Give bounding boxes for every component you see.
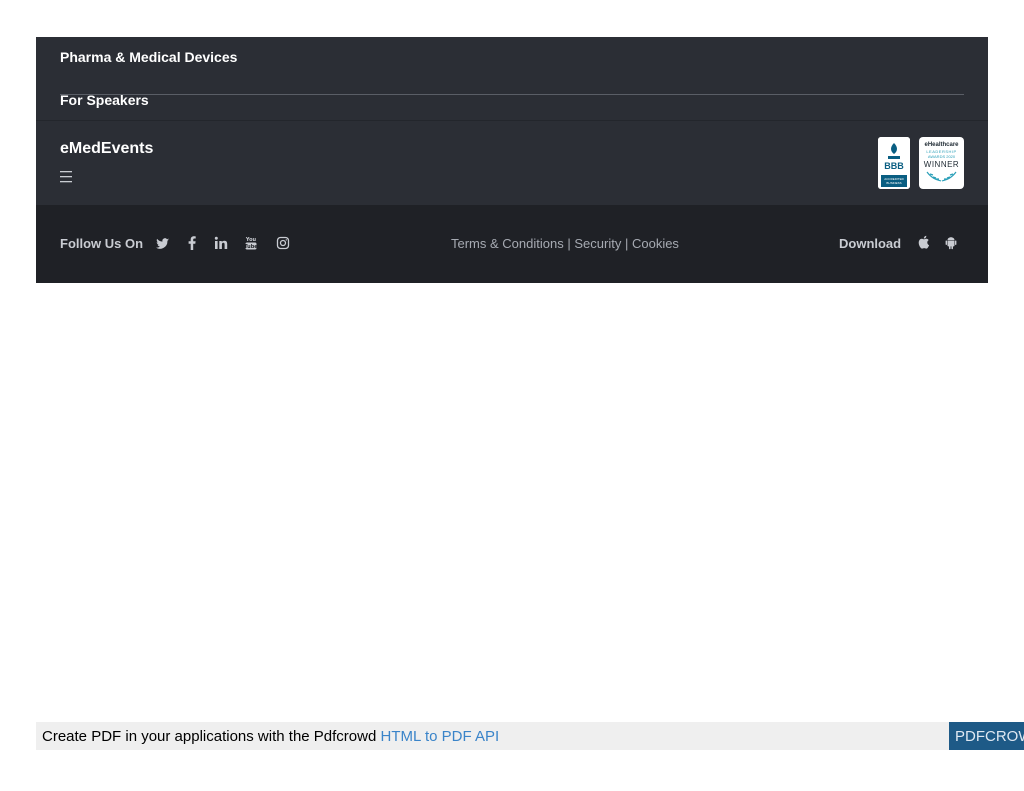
pdfcrowd-banner-message: Create PDF in your applications with the… [42,728,377,745]
facebook-icon[interactable] [185,235,199,251]
hamburger-icon[interactable] [60,170,72,183]
bbb-accredited-badge[interactable]: BBB ACCREDITED BUSINESS [878,137,910,189]
pdfcrowd-logo-text: PDFCROWD [955,728,1024,745]
terms-conditions-link[interactable]: Terms & Conditions [451,236,564,251]
award-badge-year: AWARDS 2020 [927,154,956,159]
ehealthcare-award-badge[interactable]: eHealthcare LEADERSHIP AWARDS 2020 WINNE… [919,137,964,189]
legal-separator: | [567,236,571,251]
svg-text:Tube: Tube [244,244,258,250]
instagram-icon[interactable] [276,235,290,251]
follow-us-label: Follow Us On [60,236,144,251]
award-badge-winner: WINNER [923,160,960,169]
apple-icon[interactable] [916,234,930,250]
pdfcrowd-logo[interactable]: PDFCROWD [949,722,1024,750]
html-to-pdf-api-link[interactable]: HTML to PDF API [381,728,500,745]
twitter-icon[interactable] [156,235,170,251]
brand-name[interactable]: eMedEvents [60,140,153,158]
footer-divider [60,94,964,95]
svg-text:You: You [245,237,257,243]
award-badge-title: eHealthcare [924,142,959,148]
band-separator [36,120,988,121]
bbb-badge-subtext: ACCREDITED BUSINESS [884,177,904,185]
legal-links: Terms & Conditions | Security | Cookies [451,236,679,251]
laurel-icon [926,171,957,182]
pdfcrowd-banner-text: Create PDF in your applications with the… [42,728,499,745]
footer-link-for-speakers[interactable]: For Speakers [60,92,149,108]
footer-bottom-bar: Follow Us On You Tube Terms & Conditions … [36,205,988,283]
security-link[interactable]: Security [574,236,621,251]
youtube-icon[interactable]: You Tube [244,235,258,251]
pdfcrowd-banner: Create PDF in your applications with the… [36,722,1024,750]
cookies-link[interactable]: Cookies [632,236,679,251]
legal-separator: | [624,236,629,251]
android-icon[interactable] [944,234,958,250]
download-label: Download [839,236,902,251]
footer-link-pharma-medical-devices[interactable]: Pharma & Medical Devices [60,49,237,65]
bbb-badge-text: BBB [884,161,904,171]
linkedin-icon[interactable] [214,235,228,251]
site-footer: Pharma & Medical Devices For Speakers eM… [36,37,988,283]
